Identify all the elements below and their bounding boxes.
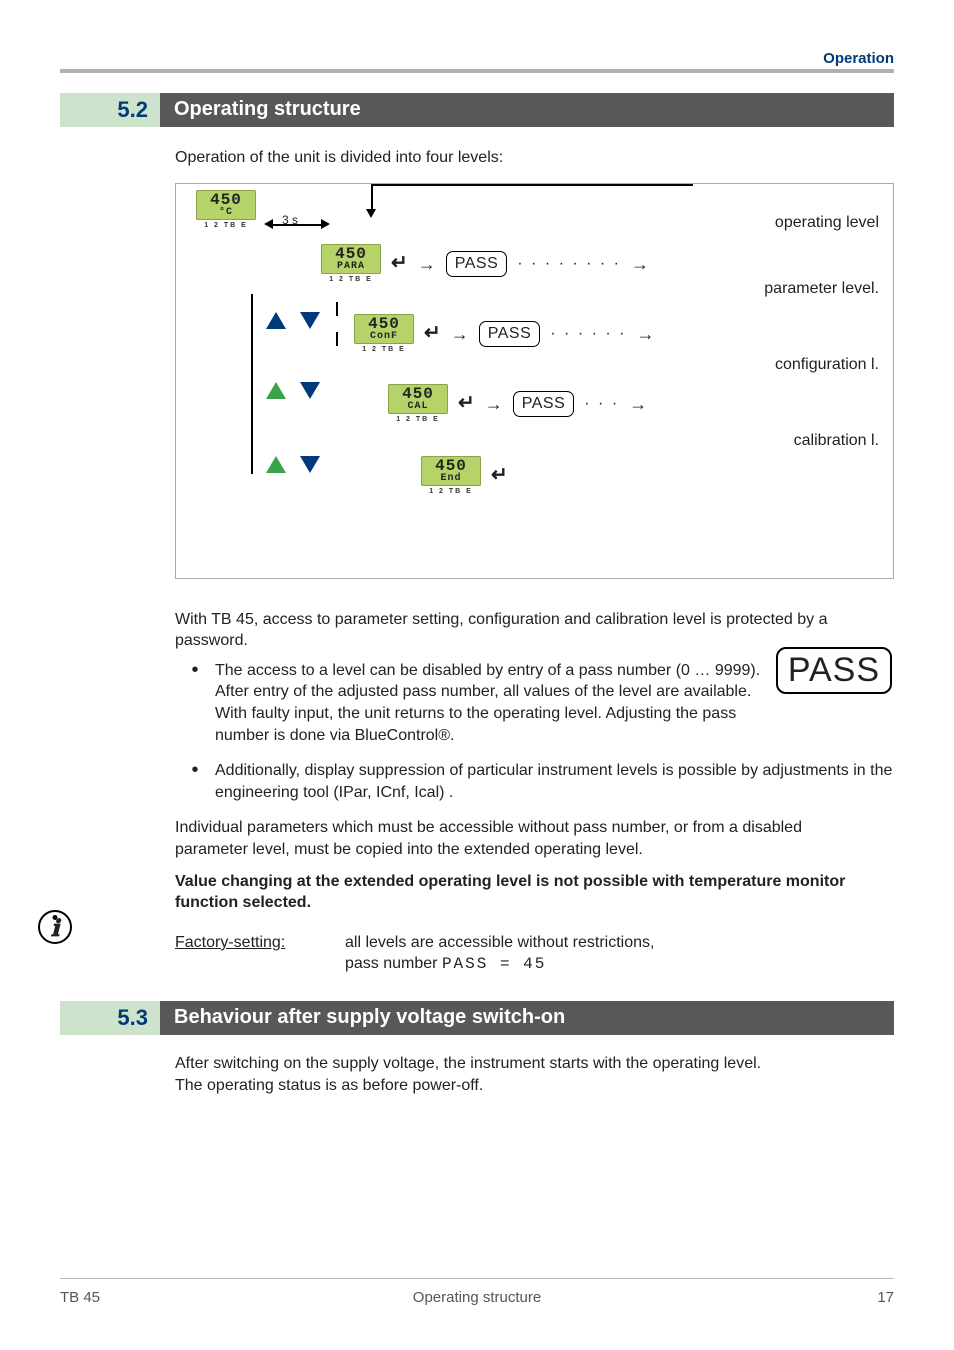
info-icon: ℹ bbox=[38, 910, 72, 944]
level-calibration-label: calibration l. bbox=[794, 430, 879, 452]
arrow-right-icon: → bbox=[631, 252, 649, 276]
arrow-right-icon: → bbox=[451, 322, 469, 346]
bullet-2: • Additionally, display suppression of p… bbox=[175, 760, 894, 803]
down-icon bbox=[300, 312, 320, 329]
pass-badge-large: PASS bbox=[776, 647, 892, 694]
arrow-right-icon: → bbox=[629, 392, 647, 416]
up-icon bbox=[266, 456, 286, 473]
factory-setting: Factory-setting: all levels are accessib… bbox=[175, 932, 894, 976]
factory-label: Factory-setting: bbox=[175, 932, 345, 976]
section-title: Behaviour after supply voltage switch-on bbox=[160, 1001, 894, 1035]
intro-text: Operation of the unit is divided into fo… bbox=[175, 147, 894, 169]
section-number: 5.2 bbox=[60, 93, 160, 127]
enter-icon: ↵ bbox=[458, 390, 475, 417]
led-row: 1 2 TB E bbox=[196, 221, 256, 230]
lcd-cal: 450 CAL bbox=[388, 384, 448, 414]
enter-icon: ↵ bbox=[424, 320, 441, 347]
footer-center: Operating structure bbox=[413, 1289, 541, 1306]
section-5-2-header: 5.2 Operating structure bbox=[60, 93, 894, 127]
pass-chip: PASS bbox=[446, 251, 508, 277]
bullet-icon: • bbox=[175, 760, 215, 803]
pass-chip: PASS bbox=[513, 391, 575, 417]
header-rule bbox=[60, 69, 894, 73]
pass-chip: PASS bbox=[479, 321, 541, 347]
arrow-right-icon: → bbox=[485, 392, 503, 416]
section-number: 5.3 bbox=[60, 1001, 160, 1035]
bullet-icon: • bbox=[175, 660, 215, 746]
chapter-header: Operation bbox=[60, 50, 894, 67]
footer-left: TB 45 bbox=[60, 1289, 100, 1306]
level-parameter-label: parameter level. bbox=[764, 278, 879, 300]
level-operating-label: operating level bbox=[775, 212, 879, 234]
info-note: Value changing at the extended operating… bbox=[175, 871, 894, 914]
up-icon bbox=[266, 312, 286, 329]
page-footer: TB 45 Operating structure 17 bbox=[60, 1278, 894, 1306]
operating-structure-diagram: 450 °C 1 2 TB E 3 s operating level 450 bbox=[175, 183, 894, 579]
section-5-3-header: 5.3 Behaviour after supply voltage switc… bbox=[60, 1001, 894, 1035]
lcd-sub: °C bbox=[198, 208, 254, 218]
up-icon bbox=[266, 382, 286, 399]
footer-right: 17 bbox=[877, 1289, 894, 1306]
password-paragraph: With TB 45, access to parameter setting,… bbox=[175, 609, 894, 652]
down-icon bbox=[300, 382, 320, 399]
section-title: Operating structure bbox=[160, 93, 894, 127]
lcd-operating: 450 °C bbox=[196, 190, 256, 220]
enter-icon: ↵ bbox=[391, 250, 408, 277]
arrow-right-icon: → bbox=[418, 252, 436, 276]
lcd-end: 450 End bbox=[421, 456, 481, 486]
section-5-3-body: After switching on the supply voltage, t… bbox=[175, 1053, 894, 1096]
arrow-right-icon: → bbox=[636, 322, 654, 346]
level-configuration-label: configuration l. bbox=[775, 354, 879, 376]
extended-level-paragraph: Individual parameters which must be acce… bbox=[175, 817, 894, 860]
pass-code: PASS = 45 bbox=[442, 955, 546, 973]
lcd-para: 450 PARA bbox=[321, 244, 381, 274]
lcd-value: 450 bbox=[198, 192, 254, 208]
section-5-2-body: Operation of the unit is divided into fo… bbox=[175, 147, 894, 976]
down-icon bbox=[300, 456, 320, 473]
enter-icon: ↵ bbox=[491, 462, 508, 489]
lcd-conf: 450 ConF bbox=[354, 314, 414, 344]
